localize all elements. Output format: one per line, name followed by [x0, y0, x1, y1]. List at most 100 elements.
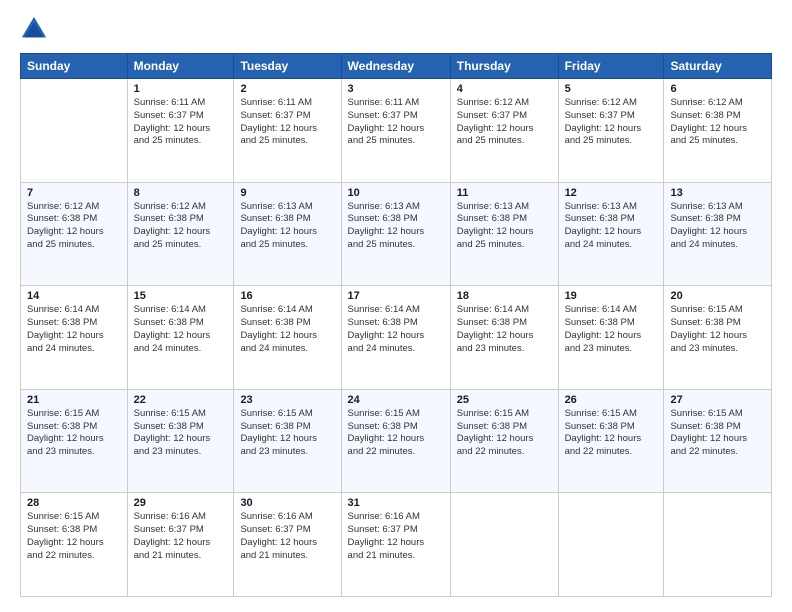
day-number: 2 — [240, 83, 334, 95]
day-number: 10 — [348, 187, 444, 199]
calendar-cell: 10 Sunrise: 6:13 AM Sunset: 6:38 PM Dayli… — [341, 182, 450, 286]
weekday-header-wednesday: Wednesday — [341, 54, 450, 79]
calendar-cell: 22 Sunrise: 6:15 AM Sunset: 6:38 PM Dayli… — [127, 389, 234, 493]
calendar-cell: 5 Sunrise: 6:12 AM Sunset: 6:37 PM Daylig… — [558, 79, 664, 183]
day-number: 26 — [565, 394, 658, 406]
calendar-cell: 13Sunrise: 6:13 AM Sunset: 6:38 PM Dayli… — [664, 182, 772, 286]
day-info: Sunrise: 6:13 AM Sunset: 6:38 PM Dayligh… — [670, 201, 765, 252]
calendar-cell: 12 Sunrise: 6:13 AM Sunset: 6:38 PM Dayli… — [558, 182, 664, 286]
day-number: 7 — [27, 187, 121, 199]
calendar-cell: 19Sunrise: 6:14 AM Sunset: 6:38 PM Dayli… — [558, 286, 664, 390]
weekday-header-saturday: Saturday — [664, 54, 772, 79]
day-number: 6 — [670, 83, 765, 95]
day-info: Sunrise: 6:15 AM Sunset: 6:38 PM Dayligh… — [670, 408, 765, 459]
calendar-cell: 16 Sunrise: 6:14 AM Sunset: 6:38 PM Dayli… — [234, 286, 341, 390]
day-number: 5 — [565, 83, 658, 95]
day-number: 22 — [134, 394, 228, 406]
calendar-cell: 20Sunrise: 6:15 AM Sunset: 6:38 PM Dayli… — [664, 286, 772, 390]
calendar-cell: 14 Sunrise: 6:14 AM Sunset: 6:38 PM Dayli… — [21, 286, 128, 390]
calendar-cell: 25 Sunrise: 6:15 AM Sunset: 6:38 PM Dayli… — [450, 389, 558, 493]
day-info: Sunrise: 6:14 AM Sunset: 6:38 PM Dayligh… — [348, 304, 444, 355]
day-number: 21 — [27, 394, 121, 406]
day-info: Sunrise: 6:12 AM Sunset: 6:38 PM Dayligh… — [27, 201, 121, 252]
logo — [20, 15, 52, 43]
weekday-header-monday: Monday — [127, 54, 234, 79]
day-number: 15 — [134, 290, 228, 302]
day-number: 16 — [240, 290, 334, 302]
header — [20, 15, 772, 43]
logo-icon — [20, 15, 48, 43]
weekday-header-tuesday: Tuesday — [234, 54, 341, 79]
day-info: Sunrise: 6:14 AM Sunset: 6:38 PM Dayligh… — [240, 304, 334, 355]
calendar-cell: 21Sunrise: 6:15 AM Sunset: 6:38 PM Dayli… — [21, 389, 128, 493]
day-info: Sunrise: 6:14 AM Sunset: 6:38 PM Dayligh… — [27, 304, 121, 355]
day-number: 24 — [348, 394, 444, 406]
day-info: Sunrise: 6:15 AM Sunset: 6:38 PM Dayligh… — [134, 408, 228, 459]
day-info: Sunrise: 6:15 AM Sunset: 6:38 PM Dayligh… — [457, 408, 552, 459]
day-number: 9 — [240, 187, 334, 199]
calendar-cell: 17 Sunrise: 6:14 AM Sunset: 6:38 PM Dayli… — [341, 286, 450, 390]
day-number: 31 — [348, 497, 444, 509]
calendar-cell — [21, 79, 128, 183]
calendar-cell: 8 Sunrise: 6:12 AM Sunset: 6:38 PM Daylig… — [127, 182, 234, 286]
calendar-cell — [450, 493, 558, 597]
calendar-cell: 15 Sunrise: 6:14 AM Sunset: 6:38 PM Dayli… — [127, 286, 234, 390]
day-info: Sunrise: 6:13 AM Sunset: 6:38 PM Dayligh… — [565, 201, 658, 252]
calendar-cell: 4Sunrise: 6:12 AM Sunset: 6:37 PM Daylig… — [450, 79, 558, 183]
day-info: Sunrise: 6:13 AM Sunset: 6:38 PM Dayligh… — [457, 201, 552, 252]
day-number: 12 — [565, 187, 658, 199]
calendar-cell — [558, 493, 664, 597]
day-number: 17 — [348, 290, 444, 302]
calendar-cell: 26 Sunrise: 6:15 AM Sunset: 6:38 PM Dayli… — [558, 389, 664, 493]
day-number: 29 — [134, 497, 228, 509]
day-info: Sunrise: 6:13 AM Sunset: 6:38 PM Dayligh… — [348, 201, 444, 252]
calendar-cell: 23 Sunrise: 6:15 AM Sunset: 6:38 PM Dayli… — [234, 389, 341, 493]
day-info: Sunrise: 6:16 AM Sunset: 6:37 PM Dayligh… — [134, 511, 228, 562]
day-info: Sunrise: 6:15 AM Sunset: 6:38 PM Dayligh… — [565, 408, 658, 459]
day-info: Sunrise: 6:16 AM Sunset: 6:37 PM Dayligh… — [240, 511, 334, 562]
calendar-week-3: 14 Sunrise: 6:14 AM Sunset: 6:38 PM Dayli… — [21, 286, 772, 390]
day-info: Sunrise: 6:12 AM Sunset: 6:38 PM Dayligh… — [134, 201, 228, 252]
weekday-header-thursday: Thursday — [450, 54, 558, 79]
weekday-header-sunday: Sunday — [21, 54, 128, 79]
day-number: 30 — [240, 497, 334, 509]
day-number: 23 — [240, 394, 334, 406]
day-info: Sunrise: 6:15 AM Sunset: 6:38 PM Dayligh… — [670, 304, 765, 355]
day-info: Sunrise: 6:15 AM Sunset: 6:38 PM Dayligh… — [348, 408, 444, 459]
day-info: Sunrise: 6:15 AM Sunset: 6:38 PM Dayligh… — [27, 511, 121, 562]
day-number: 3 — [348, 83, 444, 95]
calendar-cell: 28 Sunrise: 6:15 AM Sunset: 6:38 PM Dayli… — [21, 493, 128, 597]
day-info: Sunrise: 6:14 AM Sunset: 6:38 PM Dayligh… — [134, 304, 228, 355]
page: SundayMondayTuesdayWednesdayThursdayFrid… — [0, 0, 792, 612]
header-row: SundayMondayTuesdayWednesdayThursdayFrid… — [21, 54, 772, 79]
day-info: Sunrise: 6:16 AM Sunset: 6:37 PM Dayligh… — [348, 511, 444, 562]
day-info: Sunrise: 6:14 AM Sunset: 6:38 PM Dayligh… — [457, 304, 552, 355]
day-number: 25 — [457, 394, 552, 406]
day-number: 1 — [134, 83, 228, 95]
day-info: Sunrise: 6:15 AM Sunset: 6:38 PM Dayligh… — [240, 408, 334, 459]
calendar-cell: 27 Sunrise: 6:15 AM Sunset: 6:38 PM Dayli… — [664, 389, 772, 493]
day-info: Sunrise: 6:11 AM Sunset: 6:37 PM Dayligh… — [240, 97, 334, 148]
calendar-body: 1 Sunrise: 6:11 AM Sunset: 6:37 PM Daylig… — [21, 79, 772, 597]
calendar-cell — [664, 493, 772, 597]
day-info: Sunrise: 6:14 AM Sunset: 6:38 PM Dayligh… — [565, 304, 658, 355]
calendar-cell: 6 Sunrise: 6:12 AM Sunset: 6:38 PM Daylig… — [664, 79, 772, 183]
day-number: 28 — [27, 497, 121, 509]
day-number: 18 — [457, 290, 552, 302]
calendar-cell: 2 Sunrise: 6:11 AM Sunset: 6:37 PM Daylig… — [234, 79, 341, 183]
day-info: Sunrise: 6:12 AM Sunset: 6:37 PM Dayligh… — [565, 97, 658, 148]
calendar-cell: 31 Sunrise: 6:16 AM Sunset: 6:37 PM Dayli… — [341, 493, 450, 597]
day-number: 4 — [457, 83, 552, 95]
calendar-table: SundayMondayTuesdayWednesdayThursdayFrid… — [20, 53, 772, 597]
calendar-cell: 29 Sunrise: 6:16 AM Sunset: 6:37 PM Dayli… — [127, 493, 234, 597]
calendar-week-2: 7 Sunrise: 6:12 AM Sunset: 6:38 PM Daylig… — [21, 182, 772, 286]
day-info: Sunrise: 6:11 AM Sunset: 6:37 PM Dayligh… — [348, 97, 444, 148]
day-number: 8 — [134, 187, 228, 199]
weekday-header-friday: Friday — [558, 54, 664, 79]
day-info: Sunrise: 6:12 AM Sunset: 6:38 PM Dayligh… — [670, 97, 765, 148]
day-info: Sunrise: 6:13 AM Sunset: 6:38 PM Dayligh… — [240, 201, 334, 252]
day-number: 27 — [670, 394, 765, 406]
day-number: 14 — [27, 290, 121, 302]
calendar-cell: 18 Sunrise: 6:14 AM Sunset: 6:38 PM Dayli… — [450, 286, 558, 390]
calendar-week-1: 1 Sunrise: 6:11 AM Sunset: 6:37 PM Daylig… — [21, 79, 772, 183]
